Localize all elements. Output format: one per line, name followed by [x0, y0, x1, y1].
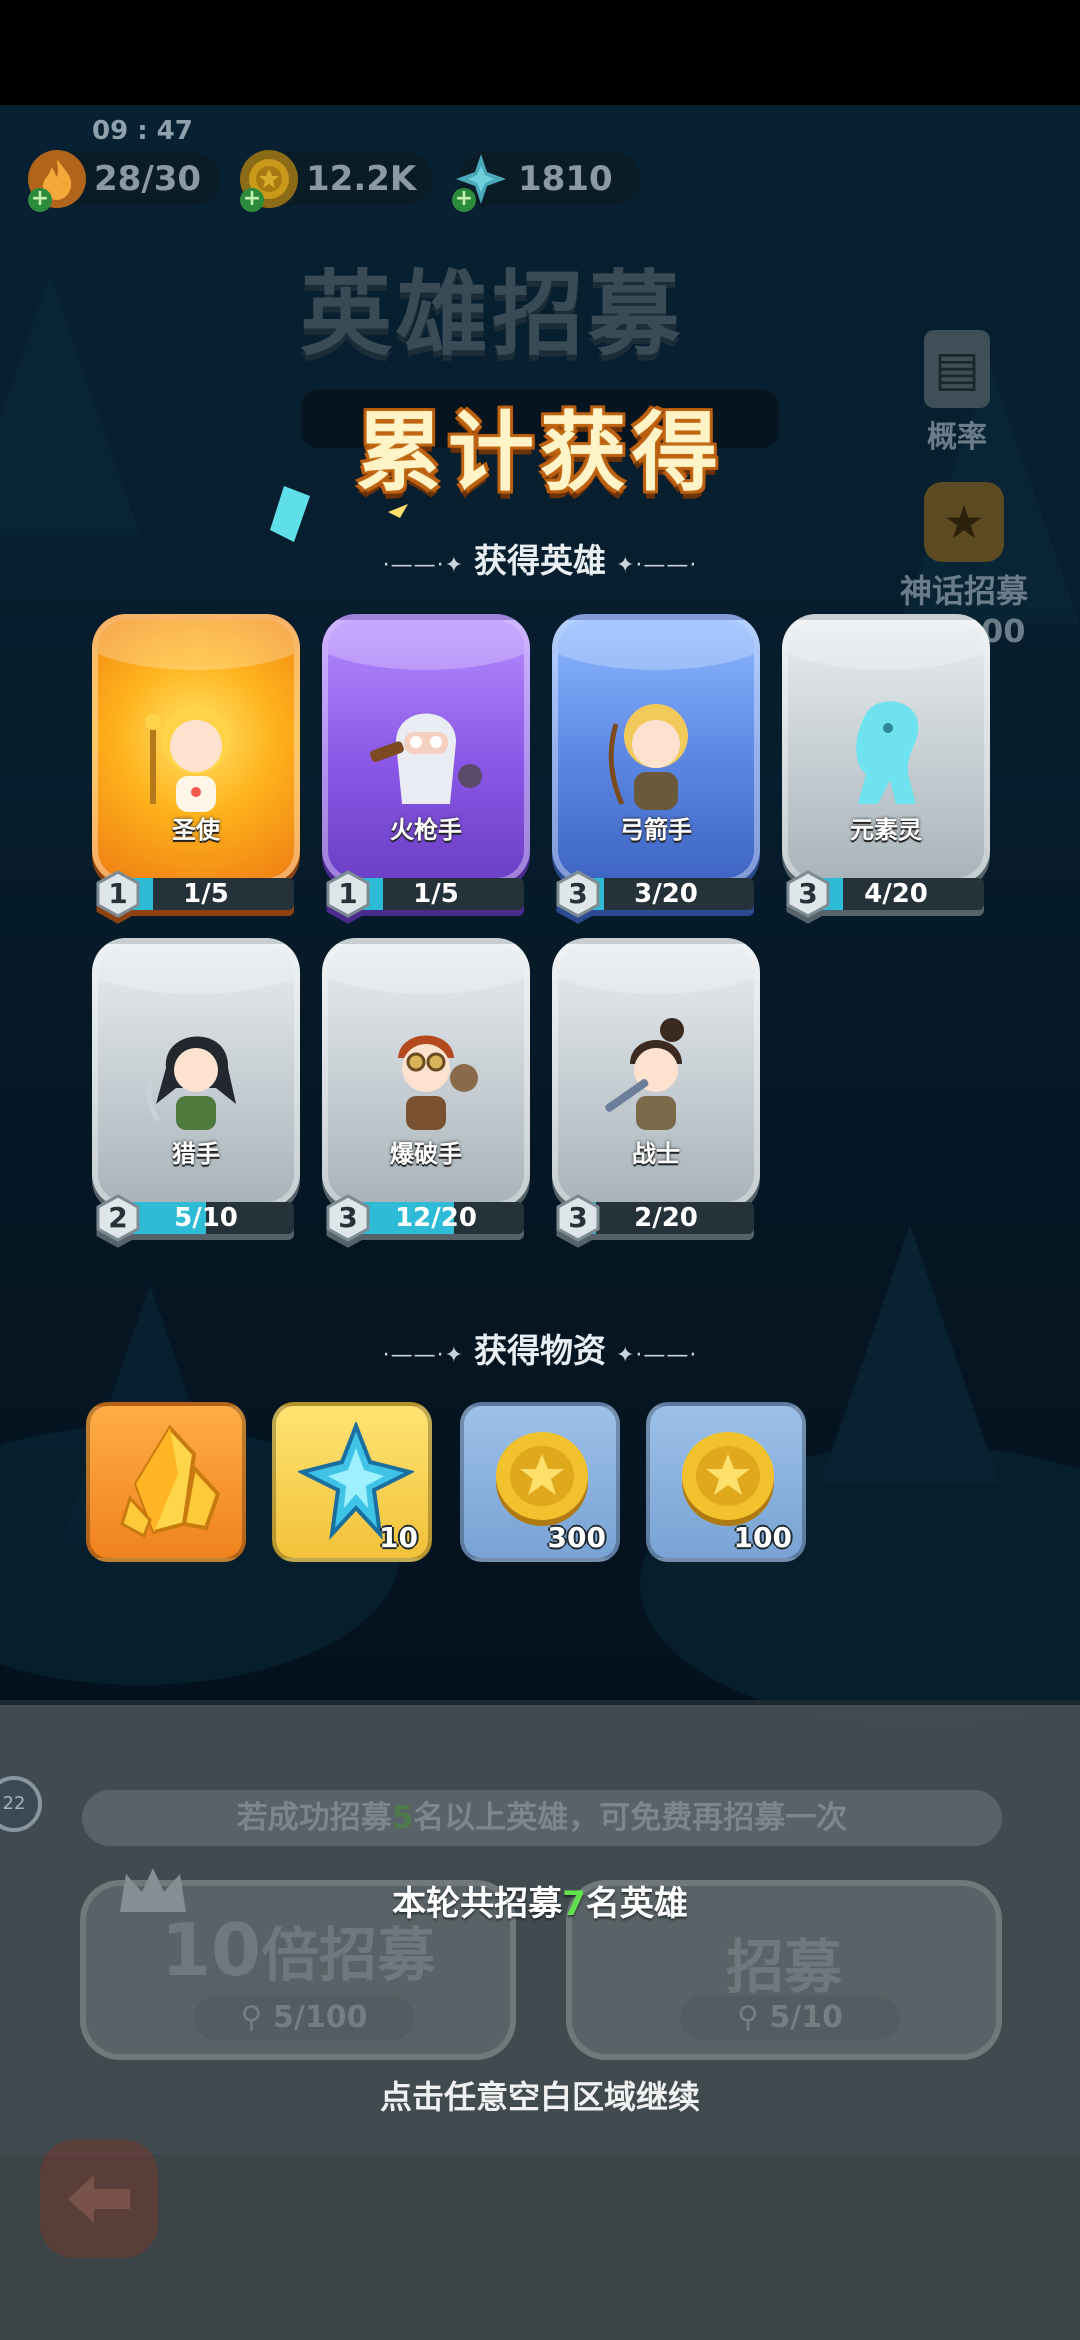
reward-item[interactable] [86, 1402, 246, 1562]
clock: 09 : 47 [92, 116, 193, 146]
progress-bar: 12/20 [348, 1202, 524, 1234]
back-button[interactable] [40, 2140, 158, 2258]
reward-item[interactable]: 100 [646, 1402, 806, 1562]
level-badge: 1 [94, 870, 142, 918]
bottom-bar [0, 2155, 1080, 2340]
level-badge: 3 [784, 870, 832, 918]
coin-icon: + [240, 150, 298, 212]
bomber-portrait [398, 1035, 478, 1130]
progress-bar: 5/10 [118, 1202, 294, 1234]
progress-bar: 1/5 [348, 878, 524, 910]
level-badge: 1 [324, 870, 372, 918]
plus-icon: + [240, 188, 264, 212]
hunter-portrait [146, 1036, 236, 1130]
level-badge: 3 [324, 1194, 372, 1242]
section-title-items: ·——·✦ 获得物资 ✦·——· [382, 1331, 698, 1370]
coin-icon [496, 1432, 588, 1526]
top-black-bar [0, 0, 1080, 105]
progress-bar: 2/20 [578, 1202, 754, 1234]
sparkle-icon [388, 504, 408, 518]
page-title: 累计获得 [356, 403, 724, 503]
background-title: 英雄招募 [300, 261, 685, 368]
plus-icon: + [452, 188, 476, 212]
progress-bar: 3/20 [578, 878, 754, 910]
reward-item[interactable]: 10 [272, 1402, 432, 1562]
reward-item[interactable]: 300 [460, 1402, 620, 1562]
key-icon: ⚲ [240, 2000, 263, 2035]
gold-counter[interactable]: + 12.2K [240, 150, 432, 212]
arrow-left-icon [68, 2175, 130, 2223]
diamond-counter[interactable]: + 1810 [452, 152, 640, 212]
elemental-portrait [856, 701, 919, 804]
gold-crystal-icon [120, 1424, 221, 1539]
progress-bar: 1/5 [118, 878, 294, 910]
hero-card[interactable]: 爆破手 12/20 3 [322, 938, 530, 1242]
progress-bar: 4/20 [808, 878, 984, 910]
section-title-heroes: ·——·✦ 获得英雄 ✦·——· [382, 541, 698, 580]
flame-icon: + [28, 150, 86, 212]
level-badge: 2 [94, 1194, 142, 1242]
warrior-portrait [605, 1018, 684, 1130]
level-badge: 3 [554, 870, 602, 918]
hero-card[interactable]: 猎手 5/10 2 [92, 938, 300, 1242]
free-recruit-hint: 若成功招募5名以上英雄，可免费再招募一次 [82, 1790, 1002, 1846]
hero-card[interactable]: 弓箭手 3/20 3 [552, 614, 760, 918]
hero-card[interactable]: 元素灵 4/20 3 [782, 614, 990, 918]
recruit-summary: 本轮共招募7名英雄 [392, 1884, 688, 1924]
hero-card[interactable]: 火枪手 1/5 1 [322, 614, 530, 918]
archer-portrait [608, 704, 688, 810]
tap-to-continue[interactable]: 点击任意空白区域继续 [0, 2072, 1080, 2118]
level-badge: 3 [554, 1194, 602, 1242]
angel-portrait [145, 706, 230, 812]
musketeer-portrait [370, 713, 482, 804]
plus-icon: + [28, 188, 52, 212]
key-icon: ⚲ [736, 2000, 759, 2035]
hero-card[interactable]: 圣使 1/5 1 [92, 614, 300, 918]
hero-card[interactable]: 战士 2/20 3 [552, 938, 760, 1242]
coin-icon [682, 1432, 774, 1526]
snowflake-crystal-icon: + [452, 150, 510, 212]
stamina-counter[interactable]: + 28/30 [28, 150, 220, 212]
